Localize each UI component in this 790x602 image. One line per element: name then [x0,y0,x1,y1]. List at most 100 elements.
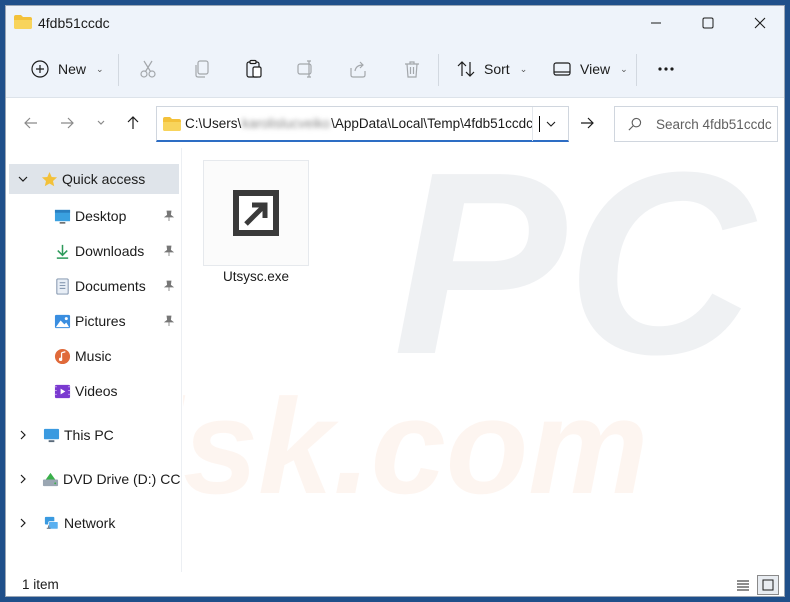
shortcut-arrow-icon [233,190,279,236]
sidebar-item-music[interactable]: Music [9,341,179,371]
sidebar-item-pictures[interactable]: Pictures [9,306,179,336]
go-button[interactable] [574,112,600,134]
dvd-drive-icon [42,470,59,488]
address-bar[interactable]: C:\Users\ karolislucveiko \AppData\Local… [156,106,569,142]
chevron-down-icon: ⌄ [519,63,528,74]
sidebar-item-label: Downloads [75,243,145,259]
chevron-down-icon [546,121,555,127]
recent-locations-button[interactable] [90,112,112,134]
back-button[interactable] [20,112,42,134]
network-icon [42,514,60,532]
sidebar-item-downloads[interactable]: Downloads [9,236,179,266]
sidebar-item-label: DVD Drive (D:) CCCC [63,471,181,487]
folder-icon [14,15,32,29]
view-button[interactable]: View ⌄ [546,51,634,87]
tiles-view-icon [762,579,774,591]
paste-button[interactable] [238,51,270,87]
this-pc-icon [42,426,60,444]
window-title: 4fdb51ccdc [38,15,110,31]
scissors-icon [140,60,156,78]
address-path: C:\Users\ karolislucveiko \AppData\Local… [185,115,540,132]
sidebar-item-network[interactable]: Network [9,508,179,538]
documents-icon [53,277,71,295]
rename-button[interactable] [290,51,322,87]
sidebar-item-label: This PC [64,427,114,443]
arrow-left-icon [24,117,37,129]
search-icon [628,117,642,131]
maximize-button[interactable] [682,6,734,40]
view-icon [553,62,571,76]
share-icon [350,61,366,78]
chevron-right-icon [20,430,26,440]
chevron-down-icon: ⌄ [96,63,104,74]
sort-label: Sort [484,61,510,77]
plus-circle-icon [31,60,49,78]
close-button[interactable] [734,6,784,40]
search-input[interactable]: Search 4fdb51ccdc [614,106,778,142]
star-icon [40,170,58,188]
cut-button[interactable] [132,51,164,87]
chevron-down-icon [18,176,28,182]
address-row: C:\Users\ karolislucveiko \AppData\Local… [6,98,784,148]
navigation-pane: Quick access Desktop Downloads Documents [6,148,182,572]
address-history-dropdown[interactable] [532,107,568,141]
sidebar-item-videos[interactable]: Videos [9,376,179,406]
minimize-button[interactable] [630,6,682,40]
command-bar: New ⌄ Sort ⌄ View ⌄ [6,40,784,98]
up-button[interactable] [122,112,144,134]
folder-icon [163,116,181,131]
minimize-icon [651,22,661,24]
sidebar-item-desktop[interactable]: Desktop [9,201,179,231]
sidebar-item-label: Videos [75,383,118,399]
sidebar-item-label: Network [64,515,116,531]
sidebar-item-documents[interactable]: Documents [9,271,179,301]
item-count: 1 item [22,577,59,592]
desktop-icon [53,207,71,225]
sort-icon [457,61,475,77]
pin-icon [163,210,175,221]
copy-button[interactable] [186,51,218,87]
share-button[interactable] [342,51,374,87]
download-icon [53,242,71,260]
more-dots-icon [658,67,674,71]
close-icon [754,17,766,29]
arrow-right-icon [61,117,74,129]
more-options-button[interactable] [650,51,682,87]
pin-icon [163,280,175,291]
pin-icon [163,245,175,256]
maximize-icon [702,17,714,29]
view-label: View [580,61,611,77]
chevron-down-icon [97,120,105,125]
large-icons-view-button[interactable] [757,575,779,595]
chevron-right-icon [20,474,26,484]
file-list-pane: PC risk.com Utsysc.exe [183,148,784,572]
new-label: New [58,61,87,77]
pictures-icon [53,312,71,330]
status-bar: 1 item [6,572,784,596]
sidebar-item-quick-access[interactable]: Quick access [9,164,179,194]
address-suffix: \AppData\Local\Temp\4fdb51ccdc [331,116,533,131]
sidebar-item-label: Music [75,348,112,364]
search-placeholder: Search 4fdb51ccdc [656,116,772,132]
sidebar-item-label: Desktop [75,208,127,224]
sidebar-item-this-pc[interactable]: This PC [9,420,179,450]
title-bar: 4fdb51ccdc [6,6,784,40]
sidebar-item-label: Pictures [75,313,126,329]
details-view-button[interactable] [732,575,754,595]
file-name: Utsysc.exe [222,269,290,284]
sort-button[interactable]: Sort ⌄ [450,51,533,87]
delete-button[interactable] [396,51,428,87]
arrow-right-icon [581,117,594,129]
file-item[interactable] [203,160,309,266]
arrow-up-icon [127,116,139,129]
watermark-text-bottom: risk.com [183,371,648,522]
toolbar-divider [118,54,119,86]
clipboard-icon [246,59,262,78]
chevron-down-icon: ⌄ [620,63,628,74]
forward-button[interactable] [56,112,78,134]
videos-icon [53,382,71,400]
new-button[interactable]: New ⌄ [24,51,110,87]
toolbar-divider [636,54,637,86]
watermark-text-top: PC [393,148,757,409]
sidebar-item-dvd-drive[interactable]: DVD Drive (D:) CCCC [9,464,181,494]
